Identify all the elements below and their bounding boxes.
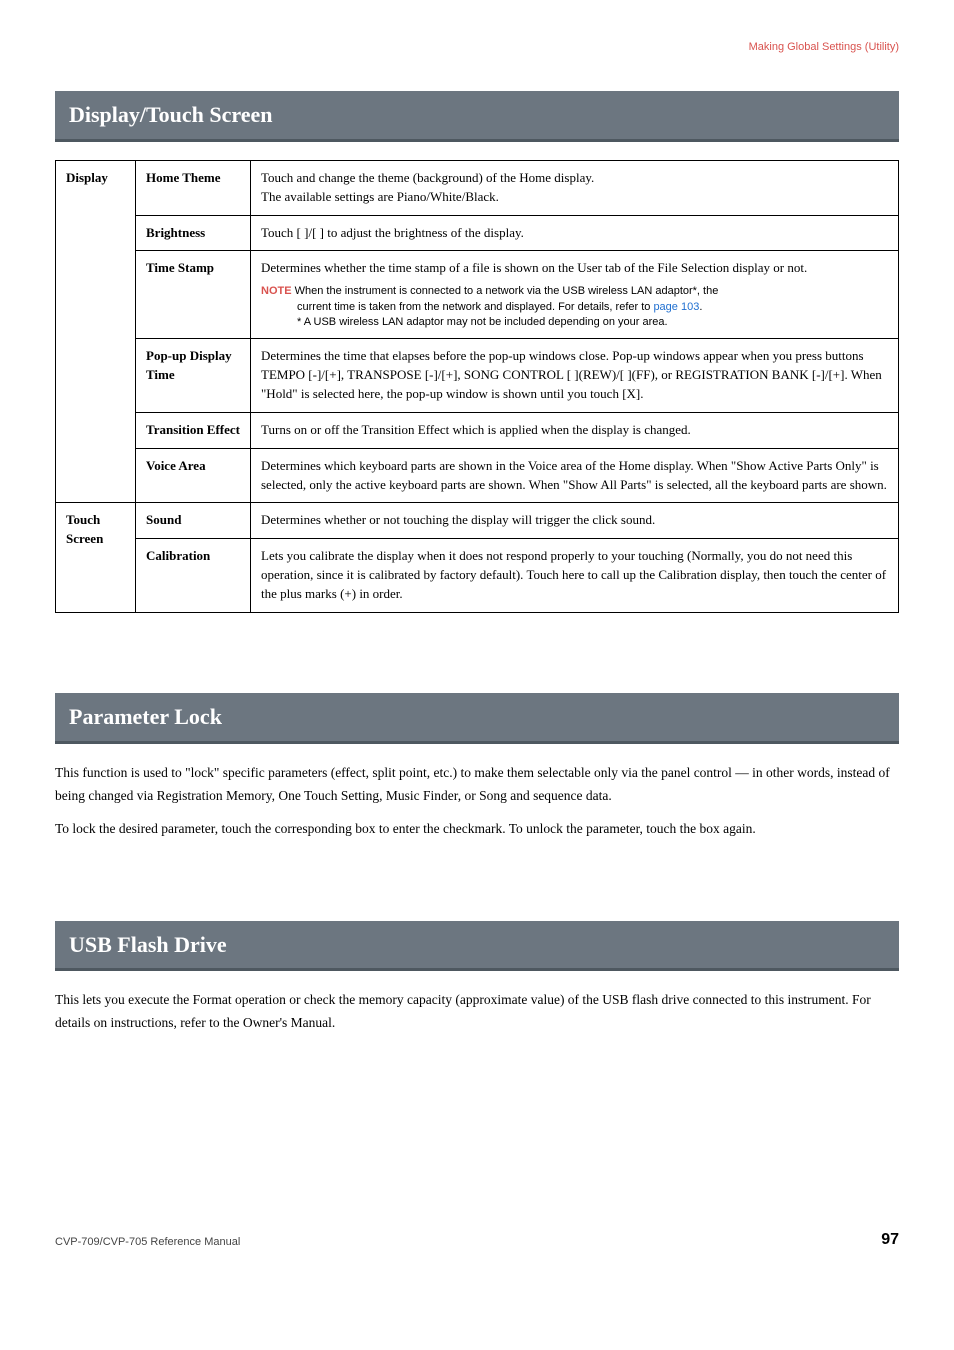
header-category: Making Global Settings (Utility) [55, 40, 899, 56]
note-text: current time is taken from the network a… [297, 301, 653, 313]
table-row: Voice Area Determines which keyboard par… [56, 448, 899, 503]
group-display: Display [56, 160, 136, 503]
param-voice-area: Voice Area [136, 448, 251, 503]
param-time-stamp: Time Stamp [136, 251, 251, 339]
desc-brightness: Touch [ ]/[ ] to adjust the brightness o… [251, 215, 899, 251]
table-row: Transition Effect Turns on or off the Tr… [56, 412, 899, 448]
footer-ref: CVP-709/CVP-705 Reference Manual [55, 1236, 240, 1248]
usb-p1: This lets you execute the Format operati… [55, 989, 899, 1035]
table-row: Brightness Touch [ ]/[ ] to adjust the b… [56, 215, 899, 251]
note-indent-line: current time is taken from the network a… [261, 300, 888, 315]
desc-calibration: Lets you calibrate the display when it d… [251, 539, 899, 613]
desc-time-stamp-main: Determines whether the time stamp of a f… [261, 260, 807, 275]
note-text: . [699, 301, 702, 313]
note-indent-line: * A USB wireless LAN adaptor may not be … [261, 315, 888, 330]
desc-transition: Turns on or off the Transition Effect wh… [251, 412, 899, 448]
section-title-usb: USB Flash Drive [55, 921, 899, 972]
param-sound: Sound [136, 503, 251, 539]
page-link[interactable]: page 103 [653, 301, 699, 313]
parameter-lock-p2: To lock the desired parameter, touch the… [55, 818, 899, 841]
table-row: Touch Screen Sound Determines whether or… [56, 503, 899, 539]
note-block: NOTE When the instrument is connected to… [261, 284, 888, 330]
param-brightness: Brightness [136, 215, 251, 251]
note-text: When the instrument is connected to a ne… [295, 285, 719, 297]
page-footer: CVP-709/CVP-705 Reference Manual 97 [55, 1235, 899, 1251]
table-row: Pop-up Display Time Determines the time … [56, 339, 899, 413]
group-touch-screen: Touch Screen [56, 503, 136, 612]
desc-voice-area: Determines which keyboard parts are show… [251, 448, 899, 503]
section-title-parameter-lock: Parameter Lock [55, 693, 899, 744]
note-label: NOTE [261, 285, 292, 297]
param-transition: Transition Effect [136, 412, 251, 448]
desc-popup: Determines the time that elapses before … [251, 339, 899, 413]
parameter-lock-p1: This function is used to "lock" specific… [55, 762, 899, 808]
page-number: 97 [881, 1228, 899, 1251]
table-row: Calibration Lets you calibrate the displ… [56, 539, 899, 613]
param-popup: Pop-up Display Time [136, 339, 251, 413]
section-title-display-touch: Display/Touch Screen [55, 91, 899, 142]
table-row: Time Stamp Determines whether the time s… [56, 251, 899, 339]
desc-time-stamp: Determines whether the time stamp of a f… [251, 251, 899, 339]
param-home-theme: Home Theme [136, 160, 251, 215]
desc-home-theme: Touch and change the theme (background) … [251, 160, 899, 215]
settings-table: Display Home Theme Touch and change the … [55, 160, 899, 613]
param-calibration: Calibration [136, 539, 251, 613]
table-row: Display Home Theme Touch and change the … [56, 160, 899, 215]
desc-sound: Determines whether or not touching the d… [251, 503, 899, 539]
